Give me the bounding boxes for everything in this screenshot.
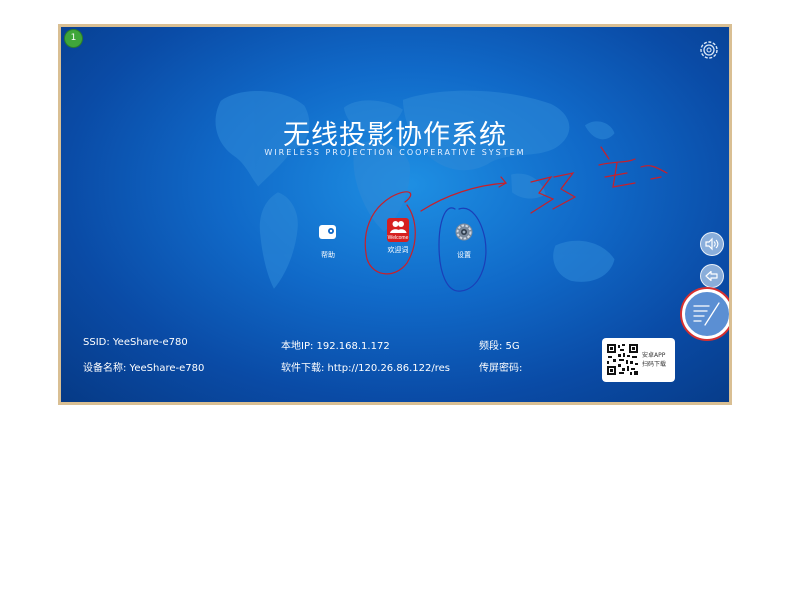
projection-screen: 1 无线投影协作系统 WIRELESS PROJECTION COOPERATI… xyxy=(58,24,732,405)
local-ip-text: 本地IP: 192.168.1.172 xyxy=(281,341,390,352)
settings-app[interactable]: 设置 xyxy=(434,221,494,260)
help-icon xyxy=(319,225,336,239)
download-url-text: 软件下载: http://120.26.86.122/res xyxy=(281,363,450,374)
welcome-app[interactable]: Welcome 欢迎词 xyxy=(368,218,428,255)
qr-caption-line2: 扫码下载 xyxy=(642,361,667,368)
back-arrow-icon xyxy=(705,270,718,282)
help-app[interactable]: 帮助 xyxy=(298,221,358,260)
settings-gear-icon[interactable] xyxy=(699,40,719,60)
welcome-label: 欢迎词 xyxy=(387,246,409,254)
back-button[interactable] xyxy=(700,264,724,288)
settings-label: 设置 xyxy=(457,251,471,259)
qr-caption-line1: 安卓APP xyxy=(642,352,666,359)
volume-icon xyxy=(705,237,719,251)
band-text: 频段: 5G xyxy=(479,341,520,352)
device-name-text: 设备名称: YeeShare-e780 xyxy=(83,363,205,374)
ssid-text: SSID: YeeShare-e780 xyxy=(83,337,188,348)
pen-annotation-button[interactable] xyxy=(682,289,729,339)
welcome-icon: Welcome xyxy=(387,218,409,242)
qr-download-card[interactable]: 安卓APP 扫码下载 xyxy=(602,338,675,382)
welcome-badge-text: Welcome xyxy=(387,235,409,241)
password-text: 传屏密码: xyxy=(479,363,523,374)
people-icon xyxy=(390,221,407,233)
gear-icon xyxy=(455,223,473,241)
help-label: 帮助 xyxy=(321,251,335,259)
volume-button[interactable] xyxy=(700,232,724,256)
page-title: 无线投影协作系统 xyxy=(283,120,507,151)
page-subtitle: WIRELESS PROJECTION COOPERATIVE SYSTEM xyxy=(264,148,526,157)
pen-annotation-icon xyxy=(693,302,720,326)
qr-caption: 安卓APP 扫码下载 xyxy=(642,351,666,369)
qr-code-icon xyxy=(606,343,639,376)
notification-badge[interactable]: 1 xyxy=(65,30,82,47)
